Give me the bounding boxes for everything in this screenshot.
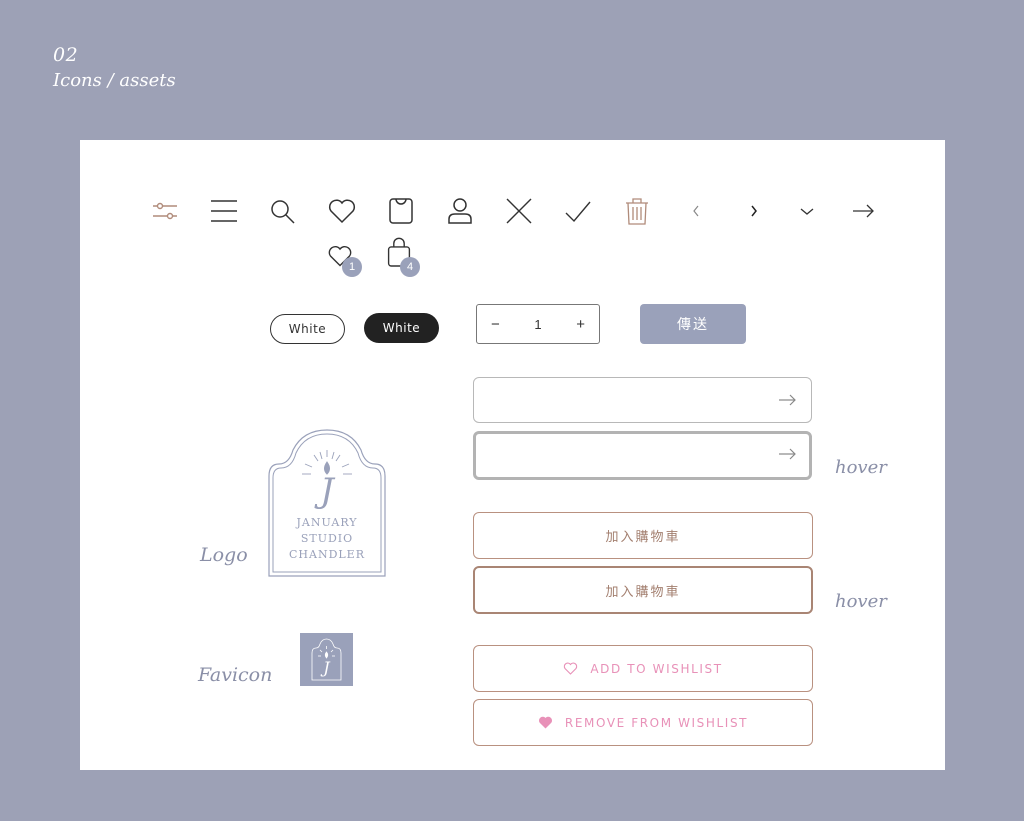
submit-arrow-icon[interactable] xyxy=(777,391,797,409)
trash-icon[interactable] xyxy=(622,196,652,226)
chevron-right-icon[interactable] xyxy=(739,196,769,226)
close-icon[interactable] xyxy=(504,196,534,226)
add-to-wishlist-button[interactable]: ADD TO WISHLIST xyxy=(473,645,813,692)
logo-label: Logo xyxy=(200,544,248,566)
send-button[interactable]: 傳送 xyxy=(640,304,746,344)
check-icon[interactable] xyxy=(563,196,593,226)
quantity-value[interactable]: 1 xyxy=(534,317,541,332)
add-to-wishlist-label: ADD TO WISHLIST xyxy=(590,661,723,676)
chevron-left-icon[interactable] xyxy=(681,196,711,226)
heart-outline-icon xyxy=(564,662,578,675)
add-to-cart-button[interactable]: 加入購物車 xyxy=(473,512,813,559)
chevron-down-icon[interactable] xyxy=(792,196,822,226)
submit-arrow-icon[interactable] xyxy=(777,445,797,463)
favicon: J xyxy=(300,633,353,686)
quantity-increase-button[interactable]: + xyxy=(576,316,585,333)
hover-label-button: hover xyxy=(835,591,887,612)
logo-text-line3: CHANDLER xyxy=(288,548,365,561)
user-icon[interactable] xyxy=(445,196,475,226)
wishlist-count-badge: 1 xyxy=(342,257,362,277)
hover-label-input: hover xyxy=(835,457,887,478)
page-number: 02 xyxy=(53,44,79,66)
remove-from-wishlist-button[interactable]: REMOVE FROM WISHLIST xyxy=(473,699,813,746)
quantity-stepper: − 1 + xyxy=(476,304,600,344)
heart-filled-icon xyxy=(538,716,552,729)
heart-icon[interactable] xyxy=(327,196,357,226)
bag-icon[interactable] xyxy=(386,196,416,226)
email-input[interactable] xyxy=(473,377,812,423)
logo-text-line1: JANUARY xyxy=(296,516,358,529)
menu-icon[interactable] xyxy=(209,196,239,226)
cart-count-badge: 4 xyxy=(400,257,420,277)
svg-text:J: J xyxy=(314,471,336,511)
remove-from-wishlist-label: REMOVE FROM WISHLIST xyxy=(564,715,749,730)
variant-button-selected[interactable]: White xyxy=(364,313,439,343)
assets-panel: 1 4 White White − 1 + 傳送 hover Logo J JA… xyxy=(80,140,945,770)
favicon-label: Favicon xyxy=(198,664,273,686)
filter-icon[interactable] xyxy=(150,196,180,226)
page-title: Icons / assets xyxy=(53,70,176,91)
logo-text-line2: STUDIO xyxy=(300,532,354,545)
variant-button-outline[interactable]: White xyxy=(270,314,345,344)
email-input-hover[interactable] xyxy=(473,431,812,480)
quantity-decrease-button[interactable]: − xyxy=(491,316,500,333)
svg-text:J: J xyxy=(320,658,331,677)
search-icon[interactable] xyxy=(268,196,298,226)
arrow-right-icon[interactable] xyxy=(848,196,878,226)
add-to-cart-button-hover[interactable]: 加入購物車 xyxy=(473,566,813,614)
